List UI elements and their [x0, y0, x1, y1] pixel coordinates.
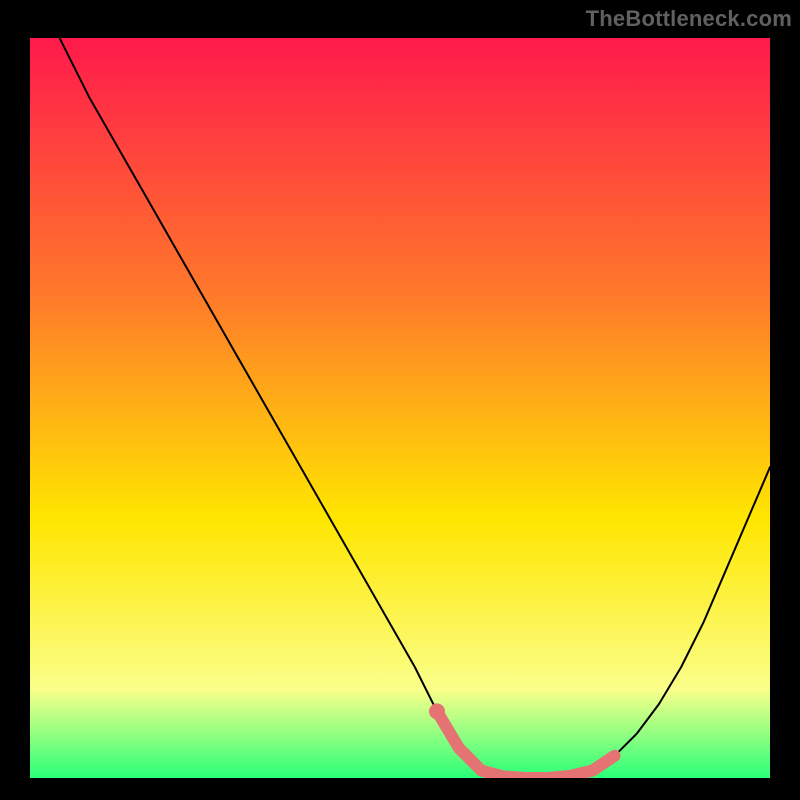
highlight-dot: [429, 703, 445, 719]
watermark-text: TheBottleneck.com: [586, 6, 792, 32]
gradient-background: [30, 38, 770, 778]
bottleneck-chart: [30, 38, 770, 778]
